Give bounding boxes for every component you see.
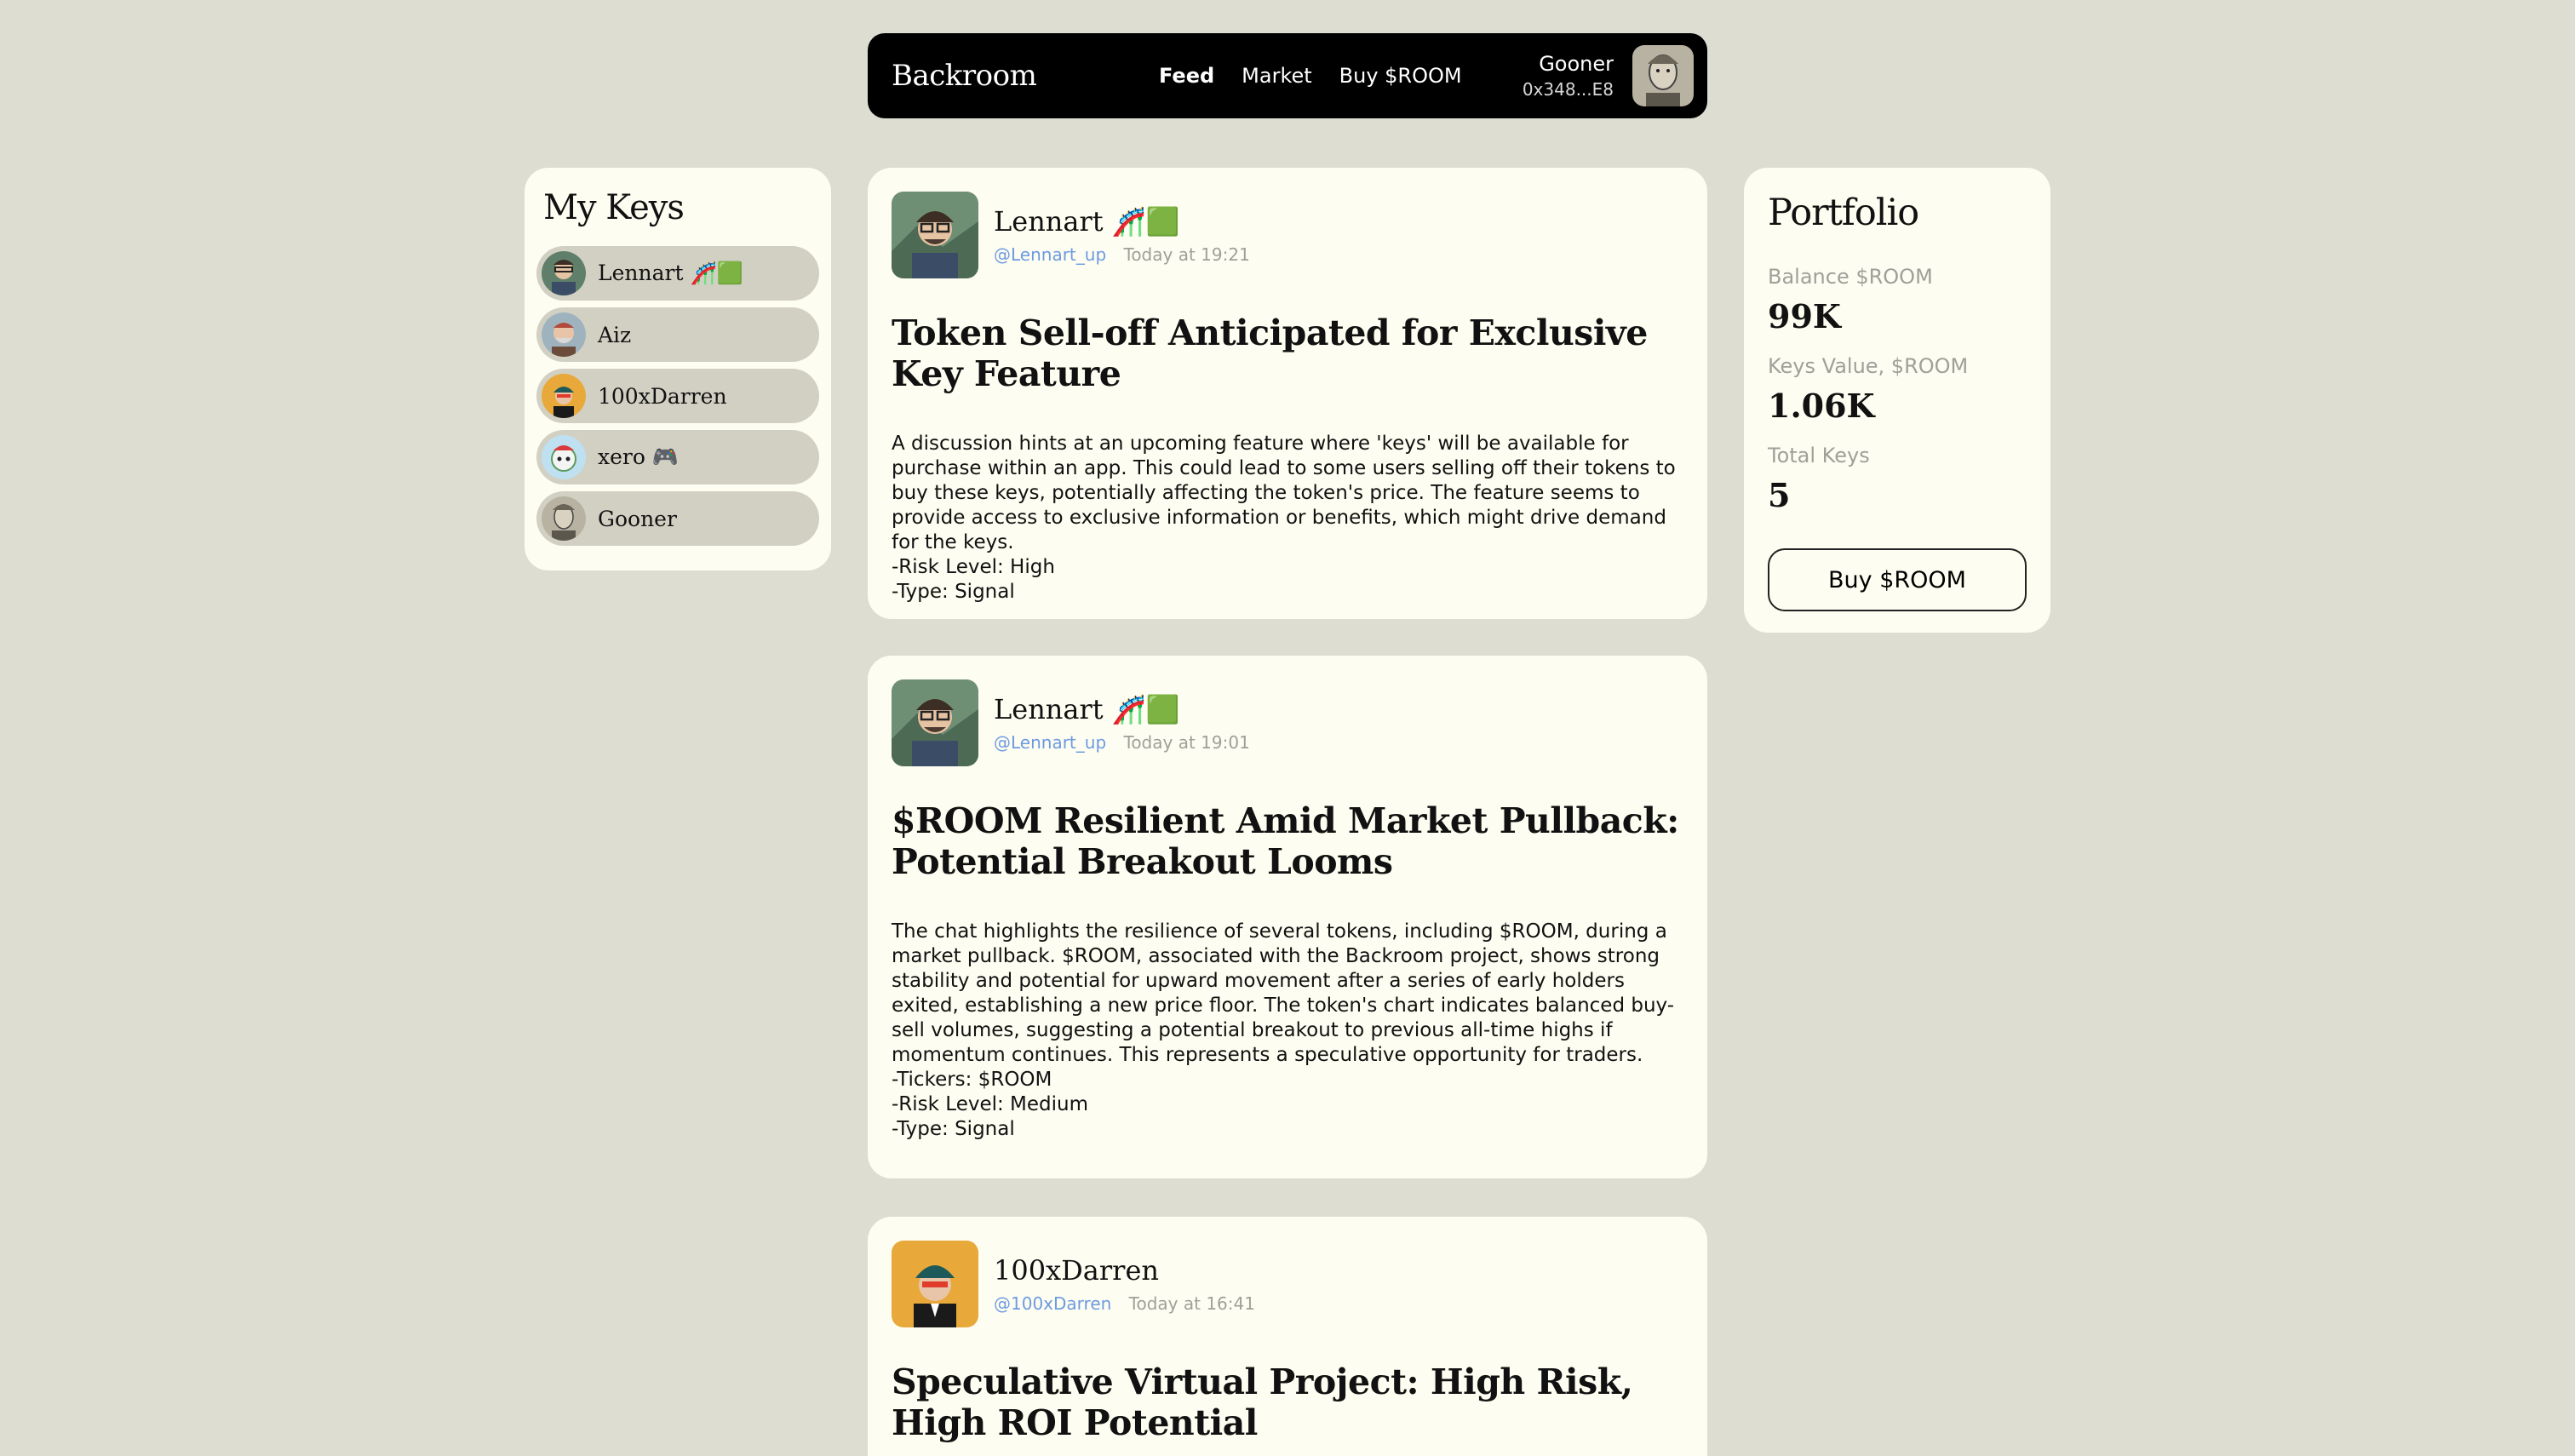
balance-label: Balance $ROOM <box>1768 265 1933 289</box>
author-name[interactable]: 100xDarren <box>994 1254 1255 1287</box>
author-avatar[interactable] <box>892 679 978 766</box>
keys-value-label: Keys Value, $ROOM <box>1768 354 1969 378</box>
feed-post[interactable]: 100xDarren @100xDarren Today at 16:41 Sp… <box>868 1217 1707 1456</box>
key-item-xero[interactable]: xero 🎮 <box>536 430 819 484</box>
user-info: Gooner 0x348...E8 <box>1523 52 1614 100</box>
key-item-label: xero 🎮 <box>598 444 679 469</box>
my-keys-title: My Keys <box>543 188 685 227</box>
post-title[interactable]: Token Sell-off Anticipated for Exclusive… <box>892 312 1683 394</box>
post-header: Lennart 🎢🟩 @Lennart_up Today at 19:21 <box>892 192 1683 278</box>
author-avatar[interactable] <box>892 1241 978 1327</box>
key-item-gooner[interactable]: Gooner <box>536 491 819 546</box>
author-avatar[interactable] <box>892 192 978 278</box>
key-item-label: 100xDarren <box>598 383 727 409</box>
post-title[interactable]: Speculative Virtual Project: High Risk, … <box>892 1361 1683 1443</box>
post-timestamp: Today at 19:01 <box>1123 732 1250 753</box>
lennart-avatar <box>542 251 586 295</box>
author-block: Lennart 🎢🟩 @Lennart_up Today at 19:21 <box>994 205 1250 265</box>
nav-links: Feed Market Buy $ROOM <box>1159 64 1462 88</box>
user-avatar[interactable] <box>1632 45 1694 106</box>
nav-feed-link[interactable]: Feed <box>1159 64 1214 88</box>
feed-post[interactable]: Lennart 🎢🟩 @Lennart_up Today at 19:01 $R… <box>868 656 1707 1178</box>
author-block: Lennart 🎢🟩 @Lennart_up Today at 19:01 <box>994 693 1250 753</box>
post-meta: @Lennart_up Today at 19:01 <box>994 732 1250 753</box>
total-keys-label: Total Keys <box>1768 444 1870 467</box>
buy-room-button[interactable]: Buy $ROOM <box>1768 548 2027 611</box>
nav-market-link[interactable]: Market <box>1242 64 1312 88</box>
aiz-avatar <box>542 312 586 357</box>
top-nav-bar: Backroom Feed Market Buy $ROOM Gooner 0x… <box>868 33 1707 118</box>
key-item-label: Gooner <box>598 506 677 531</box>
author-name[interactable]: Lennart 🎢🟩 <box>994 693 1250 725</box>
brand-logo[interactable]: Backroom <box>892 59 1104 93</box>
user-menu[interactable]: Gooner 0x348...E8 <box>1523 45 1694 106</box>
post-header: 100xDarren @100xDarren Today at 16:41 <box>892 1241 1683 1327</box>
post-body: A discussion hints at an upcoming featur… <box>892 433 1676 603</box>
key-item-aiz[interactable]: Aiz <box>536 307 819 362</box>
post-title[interactable]: $ROOM Resilient Amid Market Pullback: Po… <box>892 800 1683 882</box>
author-handle[interactable]: @100xDarren <box>994 1293 1111 1314</box>
key-item-label: Aiz <box>598 322 632 347</box>
post-timestamp: Today at 19:21 <box>1123 244 1250 265</box>
author-block: 100xDarren @100xDarren Today at 16:41 <box>994 1254 1255 1314</box>
portfolio-panel: Portfolio Balance $ROOM 99K Keys Value, … <box>1744 168 2050 633</box>
author-handle[interactable]: @Lennart_up <box>994 732 1106 753</box>
post-meta: @100xDarren Today at 16:41 <box>994 1293 1255 1314</box>
gooner-avatar <box>542 496 586 541</box>
post-meta: @Lennart_up Today at 19:21 <box>994 244 1250 265</box>
feed-post[interactable]: Lennart 🎢🟩 @Lennart_up Today at 19:21 To… <box>868 168 1707 619</box>
my-keys-panel: My Keys Lennart 🎢🟩 Aiz 100xDarren xero 🎮… <box>525 168 831 570</box>
author-name[interactable]: Lennart 🎢🟩 <box>994 205 1250 238</box>
darren-avatar <box>542 374 586 418</box>
post-timestamp: Today at 16:41 <box>1128 1293 1255 1314</box>
key-item-lennart[interactable]: Lennart 🎢🟩 <box>536 246 819 301</box>
total-keys-value: 5 <box>1768 476 1791 514</box>
author-handle[interactable]: @Lennart_up <box>994 244 1106 265</box>
key-item-label: Lennart 🎢🟩 <box>598 261 743 285</box>
wallet-address: 0x348...E8 <box>1522 79 1614 100</box>
portfolio-title: Portfolio <box>1768 192 1919 234</box>
user-name: Gooner <box>1539 52 1614 76</box>
keys-value: 1.06K <box>1768 387 1875 425</box>
key-item-100xdarren[interactable]: 100xDarren <box>536 369 819 423</box>
post-header: Lennart 🎢🟩 @Lennart_up Today at 19:01 <box>892 679 1683 766</box>
post-body: The chat highlights the resilience of se… <box>892 920 1675 1140</box>
balance-value: 99K <box>1768 297 1841 335</box>
xero-avatar <box>542 435 586 479</box>
nav-buy-room-link[interactable]: Buy $ROOM <box>1339 64 1462 88</box>
